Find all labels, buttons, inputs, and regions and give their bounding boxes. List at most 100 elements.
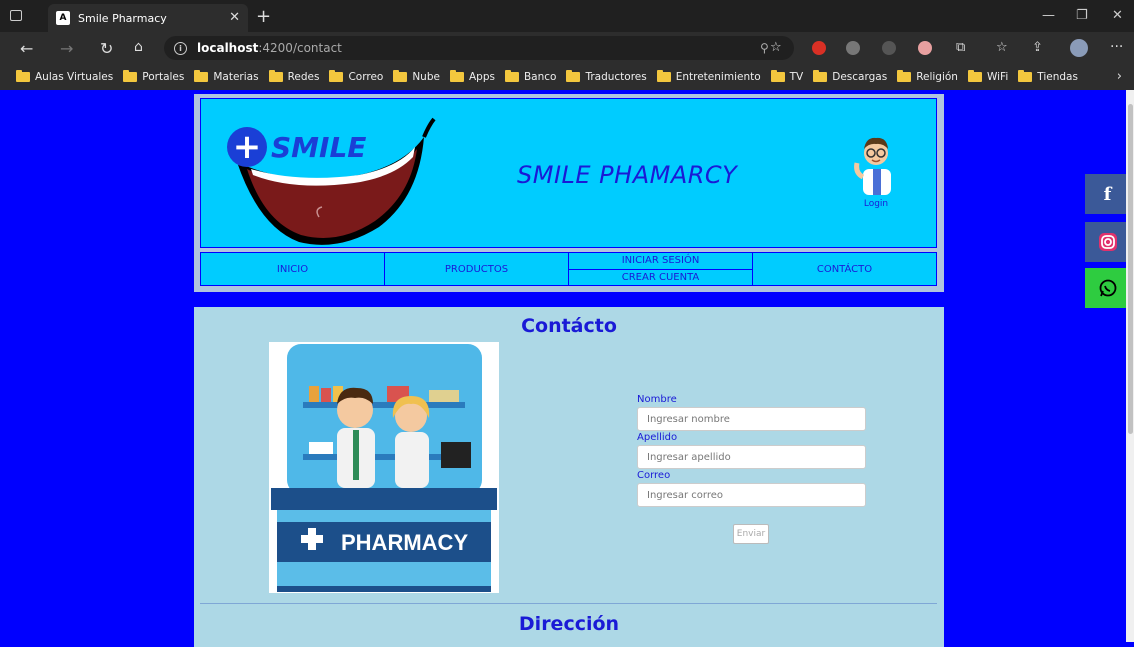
folder-icon <box>268 70 283 82</box>
browser-toolbar: ← → ↻ ⌂ i localhost:4200/contact ⚲ ☆ ⧉ ☆… <box>0 32 1134 64</box>
page-viewport: + SMILE SMILE PHAMARCY Login INICIO PROD… <box>0 90 1134 647</box>
instagram-button[interactable] <box>1085 222 1130 262</box>
facebook-icon: f <box>1103 183 1112 205</box>
folder-icon <box>123 70 138 82</box>
zoom-icon[interactable]: ⚲ <box>760 41 769 55</box>
bookmark-folder[interactable]: Apps <box>449 70 495 83</box>
extension-red-icon[interactable] <box>812 41 826 55</box>
apellido-input[interactable] <box>637 445 866 469</box>
bookmark-folder[interactable]: Banco <box>504 70 556 83</box>
bookmarks-bar: Aulas Virtuales Portales Materias Redes … <box>0 64 1134 90</box>
more-menu-icon[interactable]: ··· <box>1110 39 1123 55</box>
direccion-title: Dirección <box>518 613 620 635</box>
whatsapp-icon <box>1099 279 1116 297</box>
bookmark-folder[interactable]: Redes <box>268 70 319 83</box>
extension-dark-icon[interactable] <box>882 41 896 55</box>
folder-icon <box>194 70 209 82</box>
bookmarks-overflow-icon[interactable]: › <box>1117 69 1122 84</box>
folder-icon <box>566 70 581 82</box>
main-nav: INICIO PRODUCTOS INICIAR SESIÓN CREAR CU… <box>200 252 937 286</box>
browser-tab[interactable]: A Smile Pharmacy ✕ <box>48 4 248 32</box>
whatsapp-button[interactable] <box>1085 268 1130 308</box>
correo-input[interactable] <box>637 483 866 507</box>
restore-icon[interactable]: ❐ <box>1076 8 1088 23</box>
extensions-icon[interactable]: ⧉ <box>956 40 965 55</box>
angular-favicon-icon: A <box>56 11 70 25</box>
bookmark-folder[interactable]: Nube <box>393 70 440 83</box>
back-icon[interactable]: ← <box>20 39 33 58</box>
minimize-icon[interactable]: — <box>1042 8 1055 23</box>
facebook-button[interactable]: f <box>1085 174 1130 214</box>
pharmacy-illustration: PHARMACY <box>269 342 499 593</box>
folder-icon <box>897 70 912 82</box>
bookmark-folder[interactable]: Religión <box>897 70 958 83</box>
folder-icon <box>16 70 30 82</box>
correo-label: Correo <box>637 470 671 481</box>
plus-icon: + <box>227 127 267 167</box>
extension-pink-icon[interactable] <box>918 41 932 55</box>
folder-icon <box>770 70 785 82</box>
login-link[interactable]: Login <box>841 133 911 209</box>
contact-form: Nombre Apellido Correo <box>637 393 867 507</box>
tab-close-icon[interactable]: ✕ <box>229 10 240 25</box>
site-header: + SMILE SMILE PHAMARCY Login INICIO PROD… <box>194 94 944 292</box>
favorite-star-icon[interactable]: ☆ <box>770 40 782 55</box>
home-icon[interactable]: ⌂ <box>134 39 143 55</box>
folder-icon <box>393 70 408 82</box>
contact-section: Contácto PHARMACY Nombre Ingresar nombre… <box>194 307 944 647</box>
favorites-icon[interactable]: ☆ <box>996 40 1008 55</box>
bookmark-folder[interactable]: TV <box>770 70 803 83</box>
profile-avatar[interactable] <box>1070 39 1088 57</box>
site-info-icon[interactable]: i <box>174 41 187 55</box>
share-icon[interactable]: ⇪ <box>1032 40 1043 55</box>
folder-icon <box>656 70 671 82</box>
logo-text: SMILE <box>271 130 367 164</box>
bookmark-folder[interactable]: Descargas <box>813 70 887 83</box>
folder-icon <box>329 70 344 82</box>
nombre-label: Nombre <box>637 394 677 405</box>
nav-crear-cuenta[interactable]: CREAR CUENTA <box>569 270 752 286</box>
folder-icon <box>1018 70 1033 82</box>
bookmark-folder[interactable]: Tiendas <box>1018 70 1078 83</box>
folder-icon <box>813 70 828 82</box>
bookmark-folder[interactable]: Materias <box>194 70 259 83</box>
enviar-button[interactable]: Enviar <box>733 524 769 544</box>
browser-titlebar: A Smile Pharmacy ✕ + — ❐ ✕ <box>0 0 1134 32</box>
new-tab-icon[interactable]: + <box>256 6 271 27</box>
nav-inicio[interactable]: INICIO <box>201 253 385 285</box>
bookmark-folder[interactable]: Portales <box>123 70 184 83</box>
reload-icon[interactable]: ↻ <box>100 39 113 58</box>
forward-icon[interactable]: → <box>60 39 73 58</box>
smile-logo[interactable]: + SMILE <box>227 127 366 167</box>
bookmark-folder[interactable]: Entretenimiento <box>656 70 761 83</box>
bookmark-folder[interactable]: Aulas Virtuales <box>16 70 113 83</box>
bookmark-folder[interactable]: WiFi <box>967 70 1008 83</box>
extension-gray-icon[interactable] <box>846 41 860 55</box>
site-title: SMILE PHAMARCY <box>517 161 738 189</box>
url-host: localhost <box>197 41 259 55</box>
pharmacy-sign-text: PHARMACY <box>341 530 468 555</box>
instagram-icon <box>1098 233 1117 251</box>
scrollbar-thumb[interactable] <box>1128 104 1133 434</box>
nav-productos[interactable]: PRODUCTOS <box>385 253 569 285</box>
contact-title: Contácto <box>521 315 617 337</box>
bookmark-folder[interactable]: Correo <box>329 70 383 83</box>
folder-icon <box>967 70 982 82</box>
login-label: Login <box>863 199 889 209</box>
address-bar[interactable]: i localhost:4200/contact ⚲ <box>164 36 794 60</box>
banner: + SMILE SMILE PHAMARCY Login <box>200 98 937 248</box>
folder-icon <box>504 70 519 82</box>
url-path: :4200/contact <box>258 41 342 55</box>
nav-contacto[interactable]: CONTÁCTO <box>753 253 936 285</box>
bookmark-folder[interactable]: Traductores <box>566 70 647 83</box>
nav-iniciar-sesion[interactable]: INICIAR SESIÓN <box>569 253 752 270</box>
folder-icon <box>449 70 464 82</box>
section-divider <box>200 603 937 604</box>
close-window-icon[interactable]: ✕ <box>1112 8 1123 23</box>
doctor-avatar-icon <box>854 137 891 195</box>
nombre-input[interactable] <box>637 407 866 431</box>
tab-title: Smile Pharmacy <box>78 11 167 25</box>
sidebar-toggle-icon[interactable] <box>10 10 22 21</box>
apellido-label: Apellido <box>637 432 678 443</box>
nav-account-group: INICIAR SESIÓN CREAR CUENTA <box>569 253 753 285</box>
